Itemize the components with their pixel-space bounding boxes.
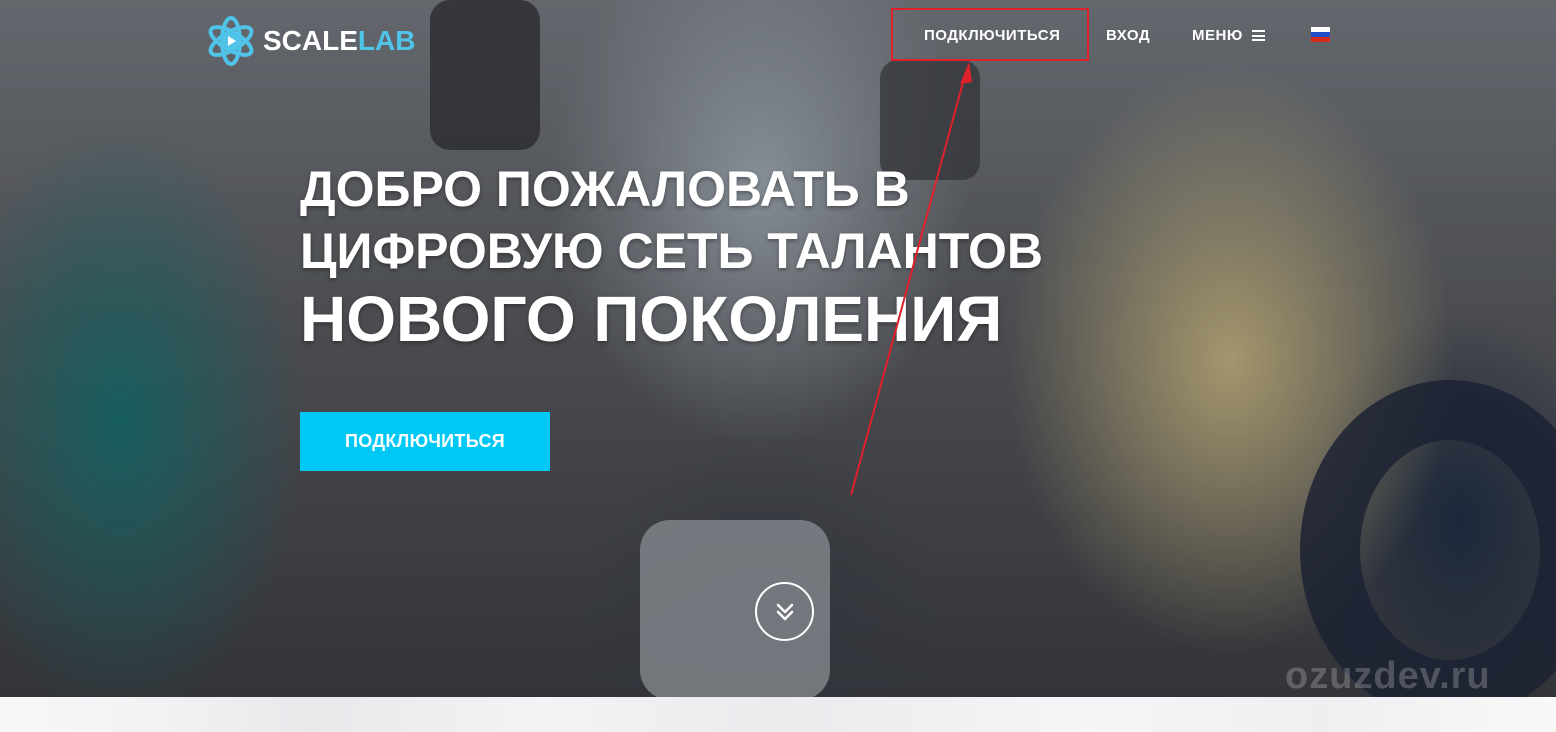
atom-play-icon [205, 15, 257, 67]
headline-line1: ДОБРО ПОЖАЛОВАТЬ В [300, 161, 910, 217]
hero-headline: ДОБРО ПОЖАЛОВАТЬ В ЦИФРОВУЮ СЕТЬ ТАЛАНТО… [300, 158, 1043, 356]
brand-name-part1: SCALE [263, 25, 358, 56]
nav-menu-label: МЕНЮ [1192, 27, 1243, 44]
headline-line3: НОВОГО ПОКОЛЕНИЯ [300, 283, 1003, 355]
brand-name-part2: LAB [357, 25, 416, 56]
hamburger-icon [1251, 30, 1265, 41]
double-chevron-down-icon [776, 603, 793, 620]
next-section-strip [0, 697, 1556, 732]
brand-name: SCALELAB [263, 25, 415, 57]
scroll-down-button[interactable] [755, 582, 814, 641]
russian-flag-icon[interactable] [1311, 27, 1330, 42]
steering-wheel [1300, 380, 1556, 697]
annotation-highlight-box [891, 8, 1089, 61]
nav-menu-button[interactable]: МЕНЮ [1192, 27, 1265, 44]
connect-button[interactable]: ПОДКЛЮЧИТЬСЯ [300, 412, 550, 471]
watermark-text: ozuzdev.ru [1285, 655, 1491, 697]
nav-login-link[interactable]: ВХОД [1106, 27, 1150, 44]
headline-line2: ЦИФРОВУЮ СЕТЬ ТАЛАНТОВ [300, 223, 1044, 279]
top-navigation: SCALELAB ПОДКЛЮЧИТЬСЯ ВХОД МЕНЮ [0, 0, 1556, 75]
brand-logo[interactable]: SCALELAB [205, 15, 415, 67]
